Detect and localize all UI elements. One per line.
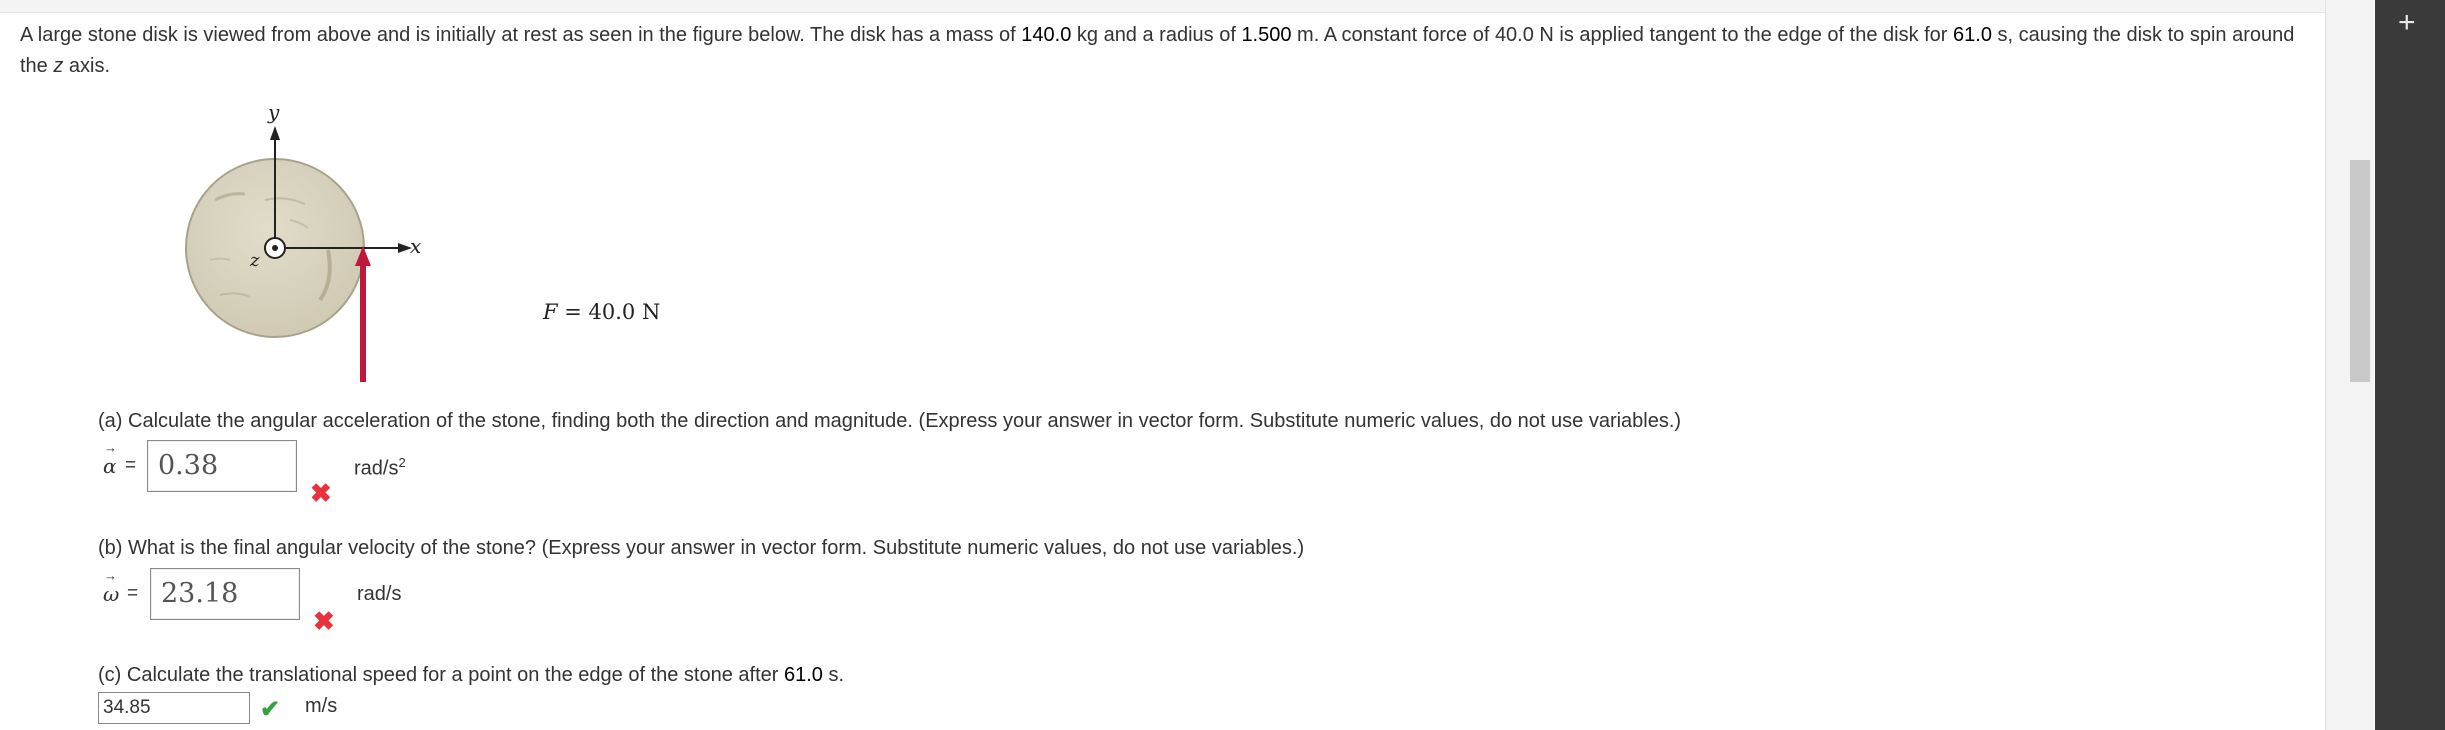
correct-icon: ✔: [260, 696, 281, 723]
plus-icon[interactable]: +: [2398, 8, 2416, 38]
part-b-unit: rad/s: [357, 583, 402, 605]
equals-sign: =: [125, 455, 137, 476]
part-a-unit: rad/s2: [354, 455, 406, 480]
question-panel: A large stone disk is viewed from above …: [0, 0, 2326, 730]
part-a-question: (a) Calculate the angular acceleration o…: [98, 410, 1682, 432]
stone-disk-figure: y x z F = 40.0 N: [170, 100, 660, 390]
vector-arrow-icon: →: [104, 568, 117, 583]
force-label: F = 40.0 N: [543, 300, 661, 324]
top-divider: [0, 0, 2325, 13]
side-panel: [2375, 0, 2445, 730]
angular-velocity-input[interactable]: 23.18: [150, 568, 300, 620]
incorrect-icon: ✖: [313, 606, 335, 636]
scrollbar-thumb[interactable]: [2350, 160, 2370, 382]
incorrect-icon: ✖: [310, 478, 332, 508]
part-c-unit: m/s: [305, 695, 338, 717]
radius-value: 1.500: [1241, 24, 1292, 46]
vector-arrow-icon: →: [104, 440, 117, 455]
problem-statement: A large stone disk is viewed from above …: [20, 24, 2295, 77]
y-axis-arrowhead: [270, 126, 280, 140]
equals-sign: =: [127, 583, 139, 604]
part-b-answer-row: → ω = 23.18 ✖ rad/s: [100, 568, 500, 634]
x-axis-label: x: [410, 234, 422, 258]
part-c-question: (c) Calculate the translational speed fo…: [98, 664, 845, 686]
angular-acceleration-input[interactable]: 0.38: [147, 440, 297, 492]
y-axis-label: y: [268, 100, 280, 124]
mass-value: 140.0: [1021, 24, 1072, 46]
part-b-question: (b) What is the final angular velocity o…: [98, 537, 1305, 559]
part-a-answer-row: → α = 0.38 ✖ rad/s2: [100, 440, 500, 506]
z-axis-label: z: [250, 250, 260, 271]
alpha-symbol: α: [103, 454, 117, 478]
disk-diagram: [185, 126, 412, 382]
translational-speed-input[interactable]: 34.85: [98, 692, 250, 724]
time-value: 61.0: [1953, 24, 1992, 46]
omega-symbol: ω: [103, 582, 120, 606]
